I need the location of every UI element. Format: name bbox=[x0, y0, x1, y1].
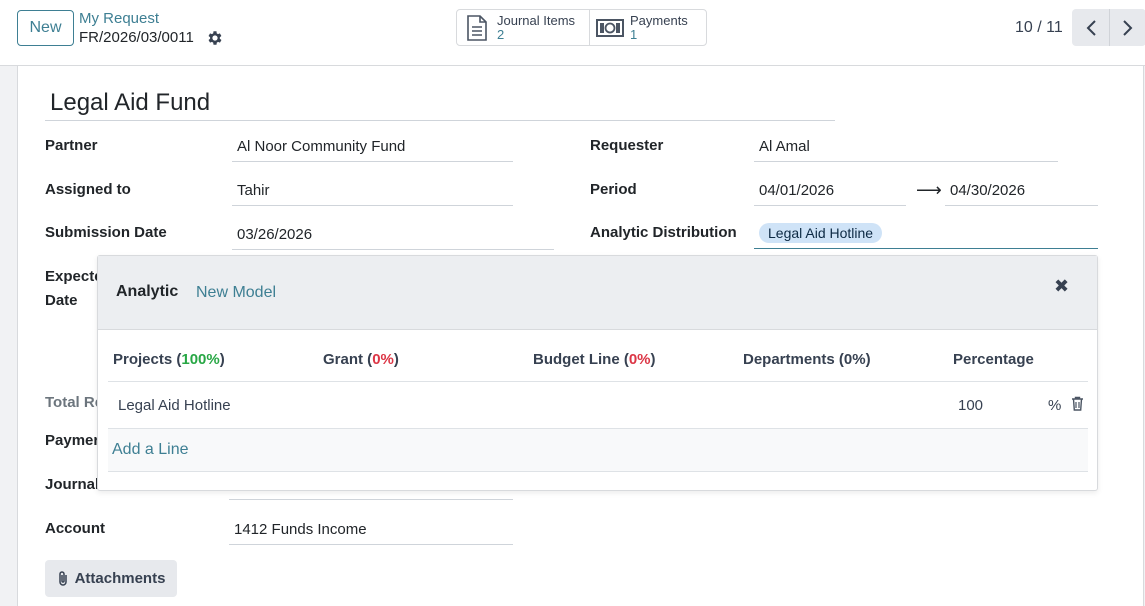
add-line-link[interactable]: Add a Line bbox=[112, 441, 189, 459]
column-departments: Departments (0%) bbox=[743, 351, 871, 368]
document-icon bbox=[457, 14, 497, 41]
row-project-cell[interactable]: Legal Aid Hotline bbox=[118, 397, 231, 414]
popover-header: Analytic New Model ✖ bbox=[98, 256, 1097, 330]
pager-value[interactable]: 10 / 11 bbox=[1015, 19, 1063, 37]
money-icon bbox=[590, 18, 630, 38]
period-label: Period bbox=[590, 181, 637, 198]
add-line-row: Add a Line bbox=[108, 429, 1088, 472]
distribution-table-header: Projects (100%) Grant (0%) Budget Line (… bbox=[108, 342, 1088, 382]
pager-next-button[interactable] bbox=[1109, 9, 1145, 46]
chevron-right-icon bbox=[1123, 19, 1133, 36]
journal-items-button[interactable]: Journal Items 2 bbox=[456, 9, 590, 46]
request-title-field[interactable]: Legal Aid Fund bbox=[45, 87, 835, 121]
control-panel: New My Request FR/2026/03/0011 Journal I… bbox=[0, 0, 1145, 66]
submission-date-label: Submission Date bbox=[45, 224, 167, 241]
account-field[interactable]: 1412 Funds Income bbox=[229, 519, 513, 545]
payments-button[interactable]: Payments 1 bbox=[589, 9, 707, 46]
percent-unit: % bbox=[1048, 397, 1062, 414]
expected-date-label-line1: Expecte bbox=[45, 268, 103, 285]
period-start-field[interactable]: 04/01/2026 bbox=[754, 180, 906, 206]
chevron-left-icon bbox=[1086, 19, 1096, 36]
journal-items-count: 2 bbox=[497, 26, 505, 42]
partner-field[interactable]: Al Noor Community Fund bbox=[232, 136, 513, 162]
new-button[interactable]: New bbox=[17, 10, 74, 46]
partner-label: Partner bbox=[45, 137, 98, 154]
column-projects: Projects (100%) bbox=[113, 351, 225, 368]
column-grant: Grant (0%) bbox=[323, 351, 399, 368]
table-row[interactable]: Legal Aid Hotline 100 % bbox=[108, 382, 1088, 429]
payments-count: 1 bbox=[630, 26, 638, 42]
attachments-button[interactable]: Attachments bbox=[45, 560, 177, 597]
popover-title: Analytic bbox=[116, 283, 179, 300]
arrow-right-icon: ⟶ bbox=[916, 180, 942, 200]
payment-label: Paymer bbox=[45, 432, 100, 449]
analytic-distribution-label: Analytic Distribution bbox=[590, 224, 737, 241]
total-label: Total Re bbox=[45, 394, 104, 411]
gear-icon[interactable] bbox=[206, 29, 224, 47]
pager-previous-button[interactable] bbox=[1072, 9, 1109, 46]
expected-date-label-line2: Date bbox=[45, 292, 78, 309]
column-budget-line: Budget Line (0%) bbox=[533, 351, 656, 368]
breadcrumb-current: FR/2026/03/0011 bbox=[79, 29, 194, 46]
close-icon[interactable]: ✖ bbox=[1054, 276, 1069, 297]
row-percentage-cell[interactable]: 100 bbox=[958, 397, 983, 414]
journal-items-label: Journal Items bbox=[497, 12, 576, 28]
new-model-link[interactable]: New Model bbox=[196, 284, 276, 302]
period-end-field[interactable]: 04/30/2026 bbox=[945, 180, 1098, 206]
payments-label: Payments bbox=[630, 12, 688, 28]
breadcrumb-parent-link[interactable]: My Request bbox=[79, 10, 159, 27]
assigned-to-label: Assigned to bbox=[45, 181, 131, 198]
requester-label: Requester bbox=[590, 137, 664, 154]
analytic-tag[interactable]: Legal Aid Hotline bbox=[759, 223, 883, 243]
column-percentage: Percentage bbox=[953, 351, 1034, 368]
analytic-popover: Analytic New Model ✖ Projects (100%) Gra… bbox=[97, 255, 1098, 491]
journal-label: Journal bbox=[45, 476, 100, 493]
trash-icon[interactable] bbox=[1071, 396, 1084, 415]
attachments-label: Attachments bbox=[74, 570, 166, 587]
paperclip-icon bbox=[58, 570, 67, 586]
account-label: Account bbox=[45, 520, 105, 537]
submission-date-field[interactable]: 03/26/2026 bbox=[232, 224, 554, 250]
requester-field[interactable]: Al Amal bbox=[754, 136, 1058, 162]
assigned-to-field[interactable]: Tahir bbox=[232, 180, 513, 206]
